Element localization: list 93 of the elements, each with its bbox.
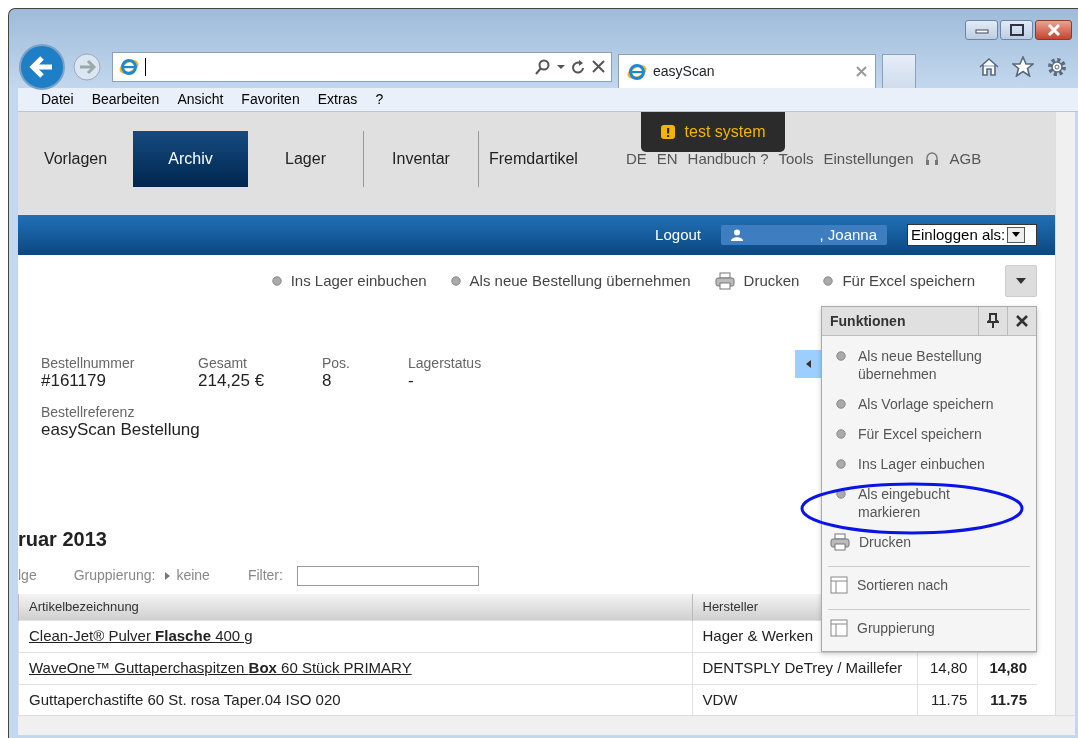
menu-item[interactable]: Drucken [822, 528, 1036, 558]
field-label: Bestellreferenz [41, 404, 135, 420]
filter-field[interactable] [296, 565, 479, 586]
refresh-icon[interactable] [571, 58, 586, 75]
tab-title[interactable]: easyScan [653, 61, 850, 82]
dot-icon [450, 276, 461, 287]
close-icon [1016, 315, 1028, 327]
printer-icon [714, 272, 735, 291]
pin-icon [987, 313, 999, 329]
menu-item[interactable]: ? [375, 89, 384, 110]
browser-logo-icon [627, 61, 647, 82]
filter-label: Filter: [247, 566, 283, 585]
user-name: , Joanna [819, 224, 877, 245]
login-as-select[interactable]: Einloggen als: [907, 224, 1037, 246]
article-link[interactable]: Clean-Jet® Pulver Flasche 400 g [18, 620, 692, 652]
menu-item[interactable]: Für Excel speichern [822, 420, 1036, 450]
menu-item[interactable]: Ansicht [177, 89, 224, 110]
menu-item[interactable]: Favoriten [241, 89, 300, 110]
nav-tab[interactable]: Inventar [363, 131, 478, 187]
triangle-icon [165, 571, 171, 580]
action-link[interactable]: Ins Lager einbuchen [271, 270, 427, 293]
warning-icon [660, 125, 675, 139]
field-value: 214,25 € [198, 371, 265, 390]
home-icon[interactable] [978, 56, 1000, 77]
dot-icon [836, 351, 846, 361]
close-button[interactable] [1035, 20, 1072, 40]
nav-link[interactable]: AGB [949, 147, 982, 171]
printer-icon [830, 533, 850, 551]
menu-item[interactable]: Als neue Bestellung übernehmen [822, 342, 1036, 390]
action-link[interactable]: Drucken [714, 270, 800, 293]
browser-logo-icon [119, 56, 139, 77]
grouping-label: Gruppierung: [73, 566, 156, 585]
field-label: Pos. [322, 355, 350, 371]
caret-icon [1016, 278, 1026, 284]
dot-icon [836, 489, 846, 499]
horizontal-scrollbar[interactable] [18, 715, 1075, 735]
nav-tab[interactable]: Fremdartikel [478, 131, 588, 187]
dot-icon [271, 276, 282, 287]
browser-tab[interactable]: easyScan [618, 54, 876, 88]
star-icon[interactable] [1012, 56, 1034, 77]
nav-tab[interactable]: Lager [248, 131, 363, 187]
table-icon [830, 619, 848, 637]
dot-icon [836, 429, 846, 439]
back-button[interactable] [18, 42, 66, 91]
article-link[interactable]: WaveOne™ Guttaperchaspitzen Box 60 Stück PRIMARY [18, 652, 692, 684]
nav-tab[interactable]: Vorlagen [18, 131, 133, 187]
grouping-link[interactable]: keine [176, 565, 210, 586]
sort-link[interactable]: lge [18, 565, 37, 586]
caret-icon[interactable] [557, 62, 565, 71]
nav-link[interactable]: Einstellungen [823, 147, 914, 171]
settings-icon[interactable] [1046, 55, 1068, 78]
section-title: ruar 2013 [18, 527, 107, 551]
dot-icon [836, 399, 846, 409]
field-label: Bestellnummer [41, 355, 135, 371]
menu-item[interactable]: Bearbeiten [91, 89, 160, 110]
nav-link[interactable]: Handbuch ? [687, 147, 769, 171]
user-icon [731, 229, 743, 241]
nav-link[interactable]: DE [625, 147, 647, 171]
nav-tab[interactable]: Archiv [133, 131, 248, 187]
vertical-scrollbar[interactable] [1055, 112, 1075, 715]
panel-title: Funktionen [829, 311, 907, 331]
collapse-handle[interactable] [795, 350, 821, 378]
field-label: Lagerstatus [408, 355, 482, 371]
field-value: - [408, 371, 414, 390]
action-link[interactable]: Für Excel speichern [823, 270, 975, 293]
field-value: easyScan Bestellung [41, 420, 200, 439]
caret-icon [1012, 232, 1021, 238]
maximize-icon [1008, 23, 1025, 37]
field-value: #161179 [41, 371, 106, 390]
menu-item[interactable]: Als Vorlage speichern [822, 390, 1036, 420]
dot-icon [836, 459, 846, 469]
maximize-button[interactable] [1000, 20, 1033, 40]
menu-item[interactable]: Extras [317, 89, 358, 110]
field-value: 8 [322, 371, 332, 390]
menu-item[interactable]: Ins Lager einbuchen [822, 450, 1036, 480]
dot-icon [823, 276, 834, 287]
nav-link[interactable]: EN [656, 147, 678, 171]
triangle-icon [805, 360, 811, 368]
toast-text: test system [684, 122, 766, 142]
field-label: Gesamt [198, 355, 247, 371]
close-icon [1045, 23, 1062, 37]
table-icon [830, 576, 848, 594]
action-link[interactable]: Als neue Bestellung übernehmen [450, 270, 691, 293]
nav-link[interactable]: Tools [778, 147, 814, 171]
column-header: Artikelbezeichnung [18, 594, 692, 620]
address-field[interactable] [112, 51, 612, 82]
logout-link[interactable]: Logout [655, 223, 701, 247]
search-icon[interactable] [535, 58, 551, 75]
menu-item[interactable]: Datei [41, 89, 74, 110]
close-icon[interactable] [592, 60, 605, 73]
menu-item[interactable]: Als eingebucht markieren [822, 480, 1036, 528]
headset-icon [923, 151, 940, 167]
dropdown-button[interactable] [1005, 265, 1037, 297]
